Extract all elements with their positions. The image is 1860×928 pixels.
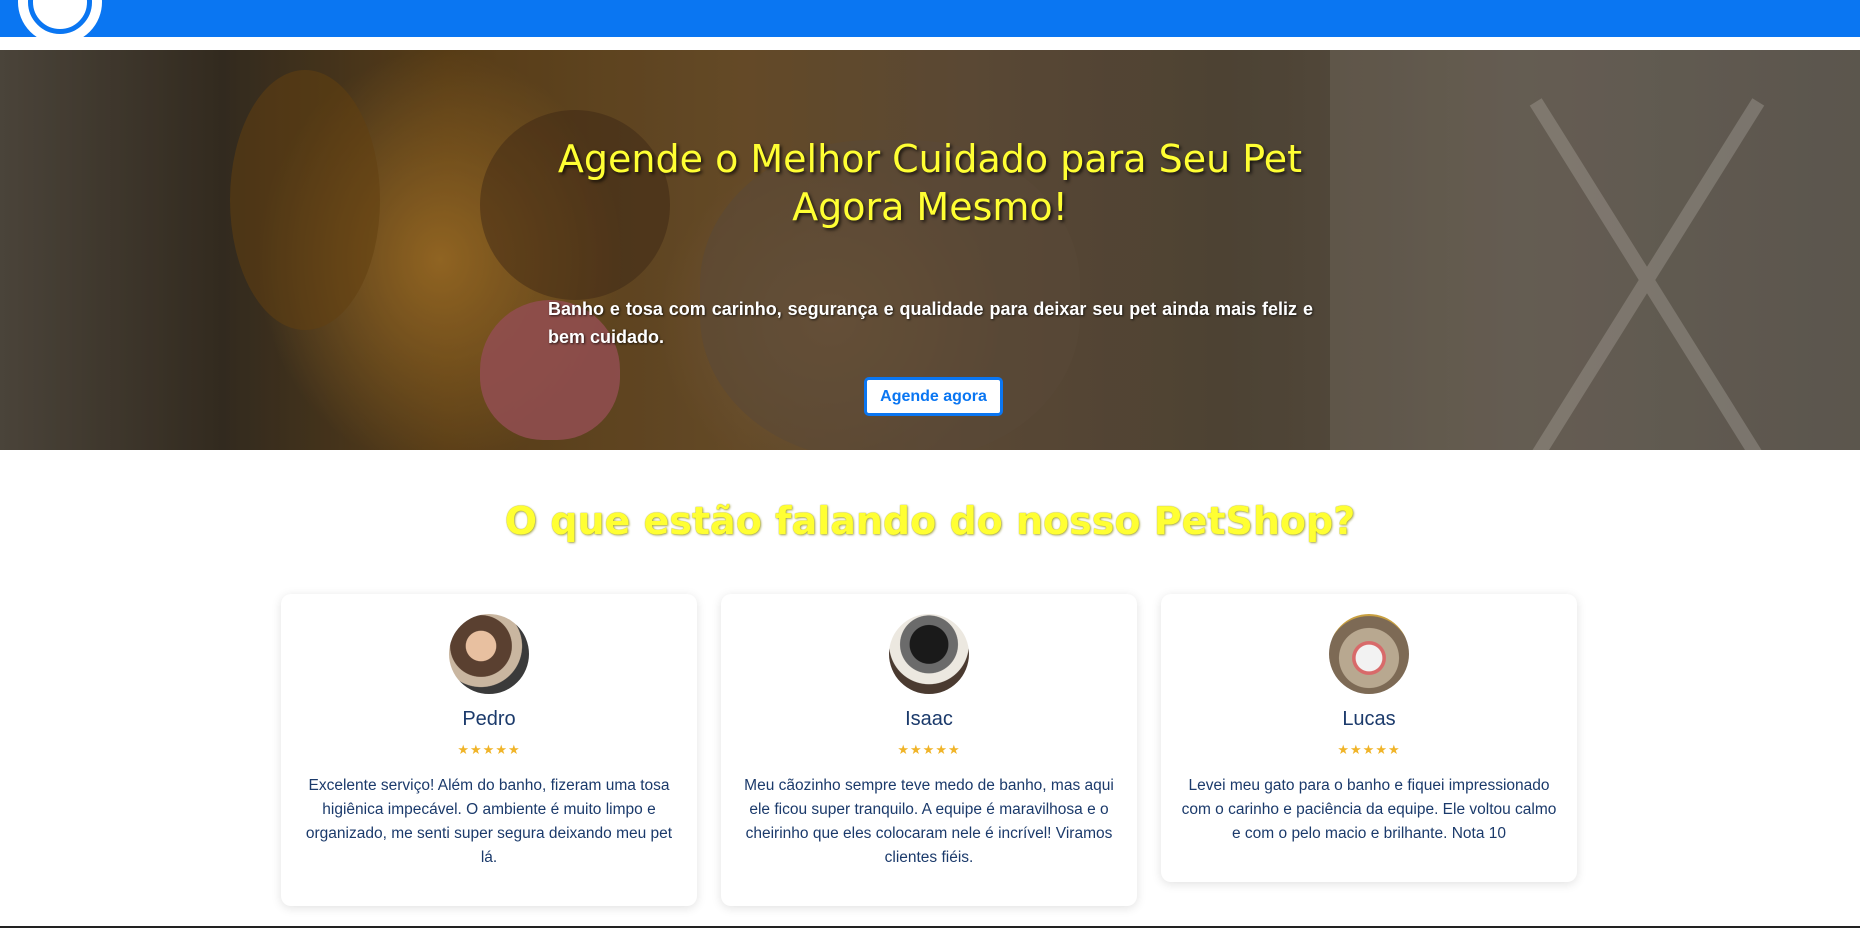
testimonial-text: Meu cãozinho sempre teve medo de banho, … [744, 777, 1114, 866]
header-spacer [0, 37, 1860, 50]
testimonial-text: Excelente serviço! Além do banho, fizera… [305, 777, 673, 866]
avatar [1329, 614, 1409, 694]
avatar [449, 614, 529, 694]
logo-emblem-icon [28, 0, 92, 34]
schedule-now-button[interactable]: Agende agora [864, 377, 1003, 416]
rating-stars-icon: ★★★★★ [1337, 742, 1401, 757]
testimonial-name: Isaac [905, 708, 953, 730]
testimonial-card: Pedro ★★★★★ Excelente serviço! Além do b… [281, 594, 697, 906]
testimonial-name: Lucas [1342, 708, 1396, 730]
avatar [889, 614, 969, 694]
testimonial-card: Lucas ★★★★★ Levei meu gato para o banho … [1161, 594, 1577, 882]
header-bar [0, 0, 1860, 50]
hero-banner: Agende o Melhor Cuidado para Seu Pet Ago… [0, 50, 1860, 450]
rating-stars-icon: ★★★★★ [457, 742, 521, 757]
hero-title: Agende o Melhor Cuidado para Seu Pet Ago… [557, 137, 1303, 229]
testimonial-name: Pedro [462, 708, 516, 730]
testimonial-card: Isaac ★★★★★ Meu cãozinho sempre teve med… [721, 594, 1137, 906]
hero-subtitle: Banho e tosa com carinho, segurança e qu… [548, 299, 1313, 347]
testimonial-text: Levei meu gato para o banho e fiquei imp… [1181, 777, 1557, 842]
testimonials-title: O que estão falando do nosso PetShop? [504, 499, 1356, 543]
rating-stars-icon: ★★★★★ [897, 742, 961, 757]
